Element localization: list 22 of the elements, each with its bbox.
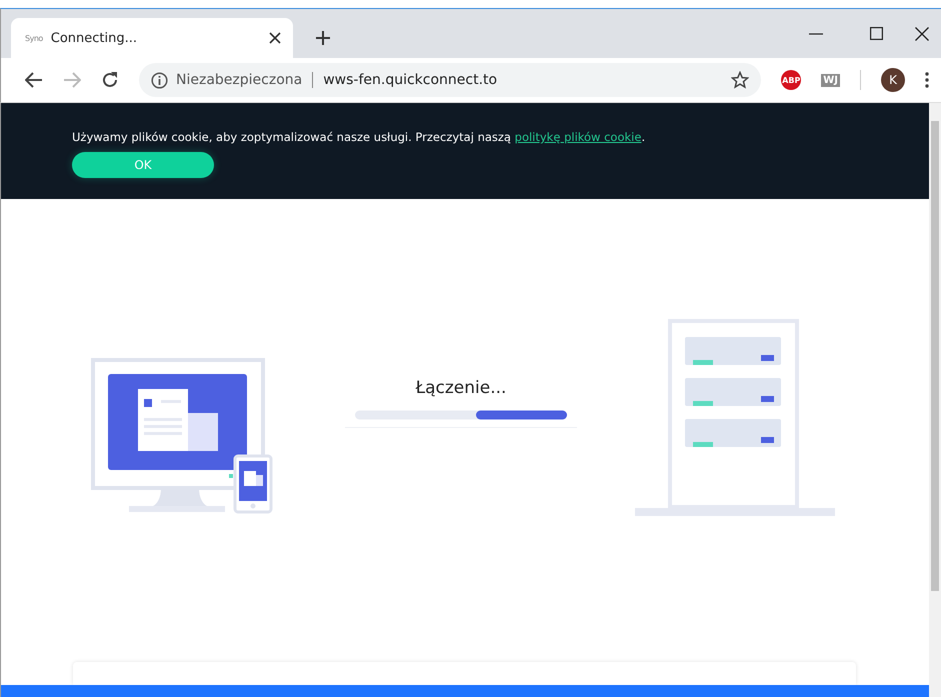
tab-title: Connecting... [50, 30, 138, 46]
back-icon[interactable] [25, 72, 43, 88]
minimize-icon[interactable] [809, 32, 823, 34]
maximize-icon[interactable] [870, 27, 883, 40]
menu-icon[interactable] [925, 72, 929, 88]
cookie-policy-link[interactable]: politykę plików cookie [514, 130, 642, 144]
info-icon[interactable] [151, 72, 168, 88]
address-bar[interactable]: Niezabezpieczona wws-fen.quickconnect.to [139, 63, 762, 97]
favicon-label: Syno [25, 34, 43, 42]
profile-avatar[interactable]: K [881, 68, 905, 92]
status-text: Łączenie... [416, 378, 506, 398]
cookie-message: Używamy plików cookie, aby zoptymalizować nasze usługi. Przeczytaj naszą politykę plików cookie. [72, 130, 646, 144]
reload-icon[interactable] [101, 71, 119, 89]
browser-tab[interactable]: Syno Connecting... [11, 18, 293, 58]
adblock-extension-icon[interactable]: ABP [781, 70, 802, 90]
close-icon[interactable] [915, 26, 929, 40]
scrollbar[interactable] [929, 103, 941, 697]
star-icon[interactable] [731, 71, 750, 89]
new-tab-icon[interactable] [315, 30, 331, 46]
url-text: wws-fen.quickconnect.to [322, 72, 498, 88]
security-label: Niezabezpieczona [176, 72, 314, 88]
close-tab-icon[interactable] [269, 32, 281, 44]
